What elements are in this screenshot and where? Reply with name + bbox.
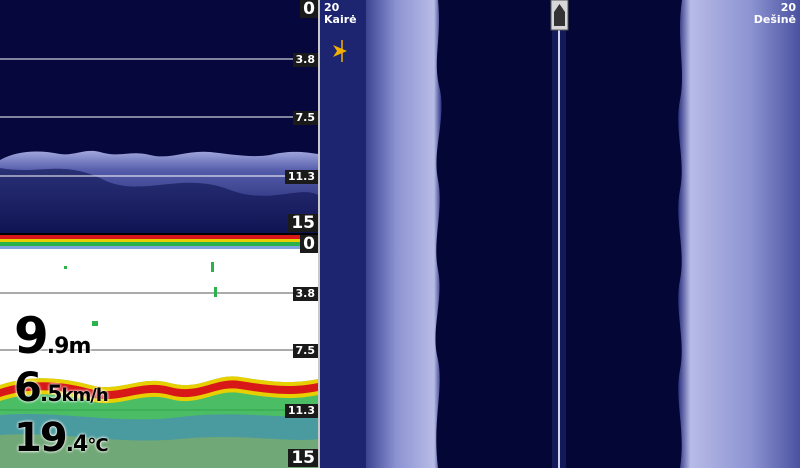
depth-value-main: 9 [14, 307, 49, 365]
temperature-readout: 19.4°C [14, 415, 109, 461]
sonar-scale-label-11-3: 11.3 [284, 404, 318, 418]
down-scale-label-0: 0 [300, 0, 318, 18]
temperature-value-main: 19 [14, 415, 68, 461]
left-side-name: Kairė [324, 13, 357, 26]
sonar-scale-label-15: 15 [288, 449, 318, 467]
down-scale-label-11-3: 11.3 [284, 170, 318, 184]
sonar-scale-label-0: 0 [300, 235, 318, 253]
down-imaging-view [0, 58, 318, 233]
temperature-unit: °C [87, 435, 108, 456]
right-range-label: 20 Dešinė [754, 2, 796, 26]
depth-value-decimal: .9 [46, 334, 70, 359]
depth-readout: 9.9m [14, 307, 91, 365]
fishfinder-screen: 0 3.8 7.5 11.3 15 0 3.8 7.5 11.3 15 9.9m… [0, 0, 800, 468]
side-imaging-pane[interactable]: 20 Kairė 20 Dešinė [320, 0, 800, 468]
right-bank-echo [678, 0, 800, 468]
down-scale-label-7-5: 7.5 [292, 111, 318, 125]
right-side-name: Dešinė [753, 13, 796, 26]
side-imaging-view [320, 0, 800, 468]
speed-value-decimal: .5 [39, 382, 63, 407]
down-scale-label-3-8: 3.8 [292, 53, 318, 67]
sonar-scale-label-3-8: 3.8 [292, 287, 318, 301]
sonar-scale-label-7-5: 7.5 [292, 344, 318, 358]
speed-readout: 6.5km/h [14, 365, 109, 411]
temperature-value-decimal: .4 [65, 432, 89, 457]
down-scale-label-15: 15 [288, 214, 318, 232]
boat-icon [550, 0, 569, 31]
left-range-label: 20 Kairė [324, 2, 357, 26]
speed-unit: km/h [61, 385, 109, 406]
speed-value-main: 6 [14, 365, 42, 411]
depth-unit: m [68, 334, 91, 359]
down-imaging-pane[interactable]: 0 3.8 7.5 11.3 15 [0, 0, 318, 233]
sonar-2d-pane[interactable]: 0 3.8 7.5 11.3 15 9.9m 6.5km/h 19.4°C [0, 235, 318, 468]
left-bank-echo [366, 0, 442, 468]
